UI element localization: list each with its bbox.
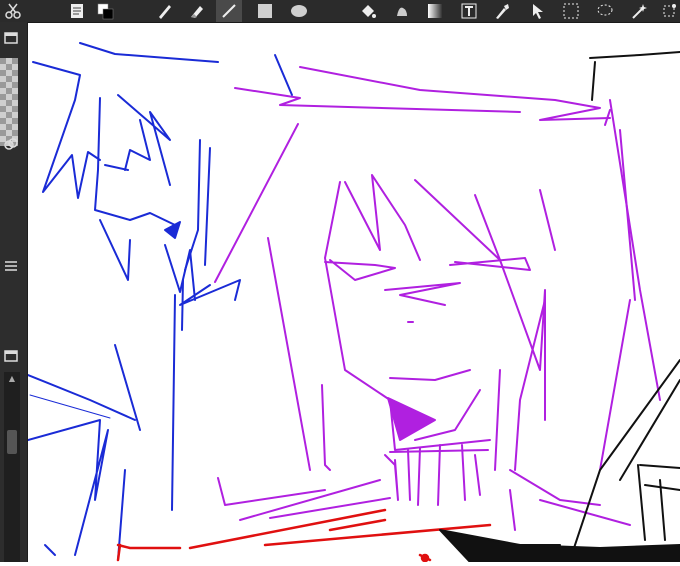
fill-bucket-icon[interactable] <box>355 0 381 22</box>
scroll-up-icon[interactable]: ▲ <box>4 372 20 384</box>
top-toolbar <box>0 0 680 23</box>
eyedropper-tool-icon[interactable] <box>489 0 515 22</box>
eraser-tool-icon[interactable] <box>184 0 210 22</box>
color-swatch-icon[interactable] <box>92 0 118 22</box>
blue-sketch <box>27 42 293 561</box>
notes-icon[interactable] <box>64 0 90 22</box>
drawing-canvas[interactable] <box>27 23 680 563</box>
purple-sketch <box>214 66 661 531</box>
blend-tool-icon[interactable] <box>389 0 415 22</box>
panel-toggle-icon[interactable] <box>0 28 22 48</box>
rect-select-icon[interactable] <box>558 0 584 22</box>
layer-transparency-preview <box>0 58 18 146</box>
panel-toggle-icon-2[interactable] <box>0 346 22 366</box>
scroll-thumb[interactable] <box>7 430 17 454</box>
more-tools-icon[interactable] <box>656 0 680 22</box>
pen-tool-icon[interactable] <box>152 0 178 22</box>
line-tool-icon[interactable] <box>216 0 242 22</box>
gradient-tool-icon[interactable] <box>422 0 448 22</box>
left-panel: ▲ <box>0 22 28 562</box>
scissors-icon[interactable] <box>0 0 26 22</box>
panel-scrollbar[interactable]: ▲ <box>4 372 20 562</box>
lasso-select-icon[interactable] <box>592 0 618 22</box>
select-arrow-icon[interactable] <box>525 0 551 22</box>
link-icon[interactable] <box>0 134 22 154</box>
magic-wand-icon[interactable] <box>626 0 652 22</box>
text-tool-icon[interactable] <box>456 0 482 22</box>
rectangle-tool-icon[interactable] <box>252 0 278 22</box>
red-sketch <box>116 508 492 563</box>
menu-icon[interactable] <box>0 256 22 276</box>
ellipse-tool-icon[interactable] <box>286 0 312 22</box>
